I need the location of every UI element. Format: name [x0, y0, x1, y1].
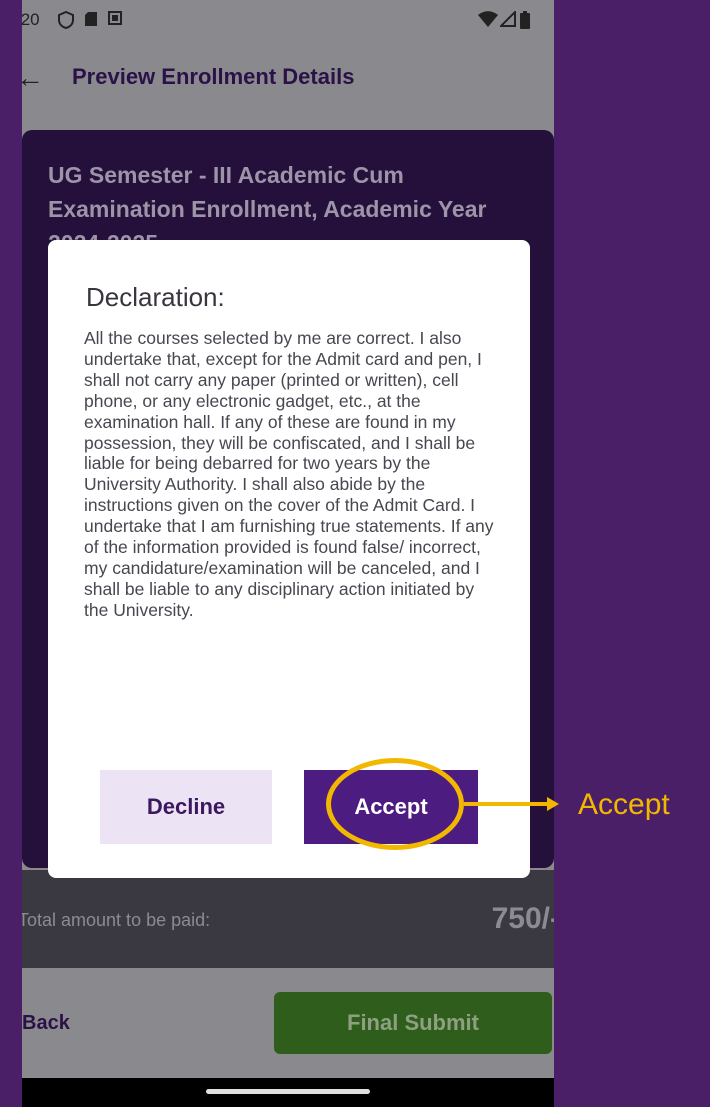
back-button[interactable]: Back [22, 1012, 70, 1035]
sd-card-icon [84, 11, 98, 32]
total-row: Total amount to be paid: 750/- [22, 870, 554, 968]
status-time: :20 [22, 10, 40, 29]
back-arrow-icon[interactable]: ← [22, 62, 44, 94]
notification-icon [108, 11, 122, 30]
total-label: Total amount to be paid: [22, 910, 211, 930]
bottom-bar: Back Final Submit [22, 968, 554, 1078]
total-amount: 750/- [491, 902, 554, 935]
callout-arrow-line [464, 802, 550, 806]
dialog-title: Declaration: [86, 282, 225, 312]
wifi-icon [478, 11, 498, 32]
highlight-ellipse [326, 758, 464, 850]
shield-icon [58, 10, 74, 34]
final-submit-button[interactable]: Final Submit [274, 992, 552, 1054]
status-bar: :20 [22, 0, 554, 40]
phone-screen: :20 ← Preview Enrollment Details UG Seme… [22, 0, 554, 1107]
signal-icon [498, 9, 516, 32]
declaration-dialog: Declaration: All the courses selected by… [48, 240, 530, 878]
system-nav-bar [22, 1078, 554, 1107]
arrow-right-icon [547, 797, 559, 811]
decline-button[interactable]: Decline [100, 770, 272, 844]
battery-icon [520, 11, 530, 34]
home-indicator[interactable] [206, 1089, 370, 1094]
callout-label: Accept [578, 788, 670, 821]
declaration-text: All the courses selected by me are corre… [84, 328, 494, 620]
app-bar: ← Preview Enrollment Details [22, 40, 554, 120]
page-title: Preview Enrollment Details [72, 64, 355, 89]
